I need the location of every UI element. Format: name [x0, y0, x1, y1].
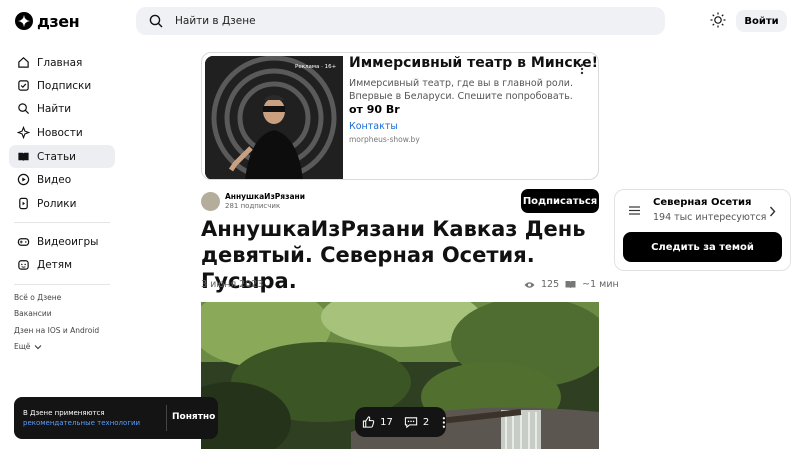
- home-icon: [18, 57, 29, 68]
- cookie-text: В Дзене применяются рекомендательные тех…: [23, 408, 140, 428]
- search-icon: [18, 103, 30, 115]
- video-icon: [17, 173, 30, 186]
- theme-toggle-icon[interactable]: [710, 12, 726, 28]
- author-name[interactable]: АннушкаИзРязани: [225, 192, 305, 201]
- search-input[interactable]: Найти в Дзене: [136, 7, 665, 35]
- ad-price: от 90 Br: [349, 103, 400, 116]
- reactions-bar: 17 2: [355, 407, 446, 437]
- more-vertical-icon[interactable]: [442, 416, 446, 429]
- dzen-logo-icon: [15, 12, 33, 30]
- ad-text: Иммерсивный театр, где вы в главной роли…: [349, 78, 573, 102]
- cookie-divider: [166, 405, 167, 431]
- sidebar-item-videogames[interactable]: Видеоигры: [9, 230, 115, 253]
- shorts-icon: [19, 197, 28, 210]
- cookie-notice: В Дзене применяются рекомендательные тех…: [14, 397, 218, 439]
- sidebar-item-video[interactable]: Видео: [9, 168, 115, 191]
- topic-count: 194 тыс интересуются: [653, 212, 767, 223]
- footer-more-button[interactable]: Ещё: [14, 342, 42, 351]
- sidebar-item-label: Ролики: [37, 197, 77, 210]
- footer-more-label: Ещё: [14, 342, 31, 351]
- subscriptions-icon: [18, 80, 29, 91]
- sidebar-item-label: Детям: [37, 258, 73, 271]
- ad-contacts-link[interactable]: Контакты: [349, 121, 398, 132]
- author-avatar[interactable]: [201, 192, 220, 211]
- news-icon: [17, 126, 30, 139]
- ad-image: Реклама · 16+: [205, 56, 343, 179]
- ad-domain: morpheus-show.by: [349, 135, 420, 144]
- ad-card[interactable]: Реклама · 16+ Иммерсивный театр в Минске…: [201, 52, 599, 180]
- views-count: 125: [541, 279, 560, 290]
- footer-link-about[interactable]: Всё о Дзене: [14, 293, 61, 302]
- sidebar-item-home[interactable]: Главная: [9, 51, 115, 74]
- sidebar-item-kids[interactable]: Детям: [9, 253, 115, 276]
- sidebar-item-articles[interactable]: Статьи: [9, 145, 115, 168]
- chevron-right-icon[interactable]: [769, 206, 776, 217]
- sidebar-divider: [14, 222, 110, 223]
- cookie-message: В Дзене применяются: [23, 409, 105, 417]
- footer-link-jobs[interactable]: Вакансии: [14, 309, 52, 318]
- ad-title: Иммерсивный театр в Минске!: [349, 55, 598, 71]
- subscribe-button[interactable]: Подписаться: [521, 189, 599, 213]
- article-date: 3 июня 2023: [201, 279, 264, 290]
- sidebar-item-subscriptions[interactable]: Подписки: [9, 74, 115, 97]
- eye-icon: [524, 281, 535, 288]
- articles-icon: [18, 152, 29, 162]
- login-button[interactable]: Войти: [736, 10, 787, 32]
- sidebar-item-shorts[interactable]: Ролики: [9, 192, 115, 215]
- article-stats: 125 ~1 мин: [524, 279, 619, 290]
- topic-name[interactable]: Северная Осетия: [653, 197, 751, 208]
- author-subscribers: 281 подписчик: [225, 202, 281, 210]
- sidebar-item-label: Статьи: [37, 150, 77, 163]
- sidebar-item-label: Новости: [37, 126, 83, 139]
- logo-text: дзен: [37, 11, 80, 31]
- more-vertical-icon[interactable]: [580, 61, 584, 75]
- sidebar-item-news[interactable]: Новости: [9, 121, 115, 144]
- dzen-logo[interactable]: дзен: [15, 10, 80, 32]
- menu-icon: [629, 206, 640, 215]
- cookie-link[interactable]: рекомендательные технологии: [23, 418, 140, 428]
- gamepad-icon: [17, 238, 30, 246]
- likes-count: 17: [380, 416, 393, 428]
- sidebar-item-label: Найти: [37, 102, 72, 115]
- footer-link-apps[interactable]: Дзен на IOS и Android: [14, 326, 99, 335]
- topic-card: Северная Осетия 194 тыс интересуются Сле…: [614, 189, 791, 271]
- sidebar-item-label: Видео: [37, 173, 72, 186]
- follow-topic-button[interactable]: Следить за темой: [623, 232, 782, 262]
- sidebar-item-label: Подписки: [37, 79, 92, 92]
- comments-count: 2: [422, 416, 430, 428]
- read-time: ~1 мин: [582, 279, 619, 290]
- sidebar-divider: [14, 284, 110, 285]
- search-placeholder: Найти в Дзене: [175, 15, 256, 27]
- search-icon: [149, 14, 163, 28]
- ad-badge: Реклама · 16+: [295, 64, 337, 70]
- chevron-down-icon: [34, 344, 42, 349]
- thumbs-up-icon[interactable]: [362, 415, 375, 429]
- kids-icon: [18, 260, 29, 270]
- comment-icon[interactable]: [404, 416, 418, 429]
- sidebar-item-search[interactable]: Найти: [9, 97, 115, 120]
- sidebar-item-label: Видеоигры: [37, 235, 99, 248]
- cookie-accept-button[interactable]: Понятно: [172, 412, 215, 422]
- sidebar-item-label: Главная: [37, 56, 83, 69]
- read-time-icon: [565, 281, 576, 289]
